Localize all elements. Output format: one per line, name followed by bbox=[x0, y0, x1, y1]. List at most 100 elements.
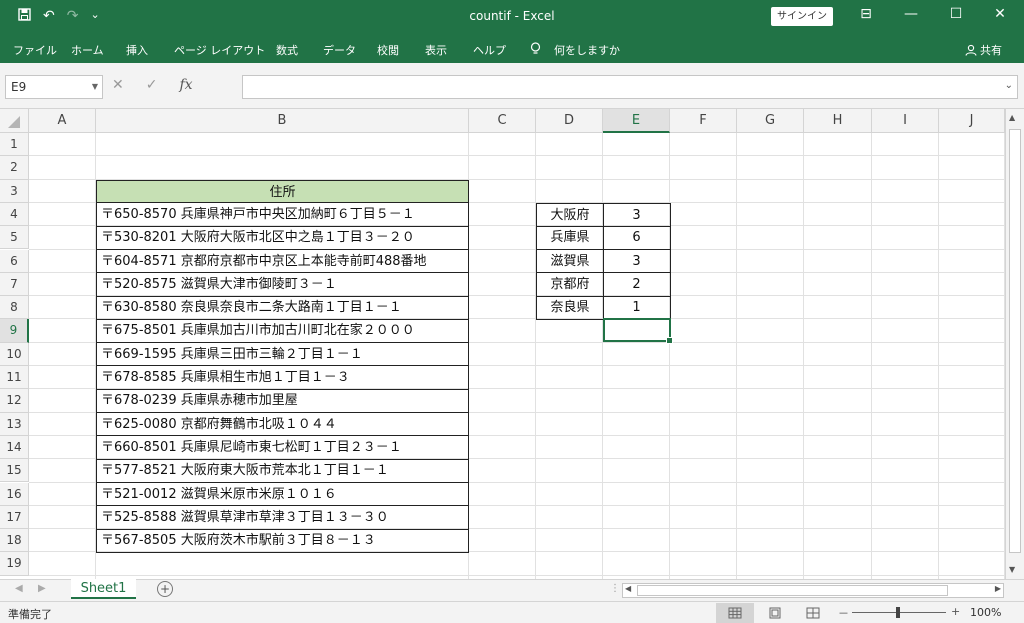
column-header-h[interactable]: H bbox=[804, 109, 872, 133]
prefecture-cell[interactable]: 滋賀県 bbox=[536, 249, 604, 274]
address-cell[interactable]: 〒630-8580 奈良県奈良市二条大路南１丁目１－１ bbox=[96, 296, 469, 320]
address-cell[interactable]: 〒678-8585 兵庫県相生市旭１丁目１－３ bbox=[96, 366, 469, 390]
column-header-d[interactable]: D bbox=[536, 109, 603, 133]
count-cell[interactable]: 1 bbox=[603, 296, 671, 320]
tab-home[interactable]: ホーム bbox=[71, 42, 104, 58]
count-cell[interactable]: 3 bbox=[603, 202, 671, 227]
tab-review[interactable]: 校閲 bbox=[377, 42, 399, 58]
select-all-corner[interactable] bbox=[0, 109, 29, 133]
row-header-3[interactable]: 3 bbox=[0, 179, 29, 203]
formula-input[interactable]: ⌄ bbox=[242, 75, 1018, 99]
address-cell[interactable]: 〒675-8501 兵庫県加古川市加古川町北在家２０００ bbox=[96, 319, 469, 344]
address-cell[interactable]: 〒625-0080 京都府舞鶴市北吸１０４４ bbox=[96, 412, 469, 437]
normal-view-icon[interactable] bbox=[716, 603, 754, 623]
spreadsheet-grid[interactable]: A B C D E F G H I J 1 2 3 4 5 6 7 8 9 10 11 12 13 14 15 16 17 18 19 住… bbox=[0, 109, 1005, 579]
zoom-level[interactable]: 100% bbox=[970, 606, 1001, 619]
name-box[interactable]: E9 ▼ bbox=[5, 75, 103, 99]
count-cell[interactable]: 2 bbox=[603, 272, 671, 297]
address-cell[interactable]: 〒660-8501 兵庫県尼崎市東七松町１丁目２３－１ bbox=[96, 435, 469, 460]
add-sheet-button[interactable]: + bbox=[157, 581, 173, 597]
row-header-11[interactable]: 11 bbox=[0, 366, 29, 390]
tab-data[interactable]: データ bbox=[323, 42, 356, 58]
maximize-icon[interactable]: ☐ bbox=[942, 6, 970, 22]
count-cell[interactable]: 3 bbox=[603, 249, 671, 274]
prefecture-cell[interactable]: 大阪府 bbox=[536, 202, 604, 227]
cancel-icon[interactable]: ✕ bbox=[112, 77, 124, 93]
enter-icon[interactable]: ✓ bbox=[146, 77, 158, 93]
tab-view[interactable]: 表示 bbox=[425, 42, 447, 58]
row-header-5[interactable]: 5 bbox=[0, 226, 29, 250]
row-header-8[interactable]: 8 bbox=[0, 296, 29, 320]
column-header-b[interactable]: B bbox=[96, 109, 469, 133]
row-header-7[interactable]: 7 bbox=[0, 272, 29, 297]
row-header-13[interactable]: 13 bbox=[0, 412, 29, 436]
column-header-j[interactable]: J bbox=[939, 109, 1005, 133]
address-cell[interactable]: 〒577-8521 大阪府東大阪市荒本北１丁目１－１ bbox=[96, 459, 469, 483]
prefecture-cell[interactable]: 兵庫県 bbox=[536, 226, 604, 250]
row-header-19[interactable]: 19 bbox=[0, 552, 29, 576]
row-header-16[interactable]: 16 bbox=[0, 482, 29, 506]
scroll-left-icon[interactable]: ◀ bbox=[625, 584, 631, 593]
address-cell[interactable]: 〒521-0012 滋賀県米原市米原１０１６ bbox=[96, 482, 469, 507]
tab-page-layout[interactable]: ページ レイアウト bbox=[174, 42, 265, 58]
scroll-up-icon[interactable]: ▲ bbox=[1009, 113, 1015, 122]
sheet-tab-sheet1[interactable]: Sheet1 bbox=[71, 579, 136, 599]
count-cell[interactable]: 6 bbox=[603, 226, 671, 250]
row-header-2[interactable]: 2 bbox=[0, 156, 29, 180]
zoom-slider-handle[interactable] bbox=[896, 607, 900, 618]
active-cell-e9[interactable] bbox=[603, 318, 673, 345]
row-header-1[interactable]: 1 bbox=[0, 133, 29, 157]
vertical-scrollbar[interactable]: ▲ ▼ bbox=[1005, 109, 1024, 579]
scroll-down-icon[interactable]: ▼ bbox=[1009, 565, 1015, 574]
vertical-scroll-thumb[interactable] bbox=[1009, 129, 1021, 553]
column-header-f[interactable]: F bbox=[670, 109, 737, 133]
address-cell[interactable]: 〒530-8201 大阪府大阪市北区中之島１丁目３－２０ bbox=[96, 226, 469, 250]
share-button[interactable]: 共有 bbox=[964, 42, 1002, 58]
column-header-c[interactable]: C bbox=[469, 109, 536, 133]
address-cell[interactable]: 〒525-8588 滋賀県草津市草津３丁目１３－３０ bbox=[96, 505, 469, 530]
column-header-g[interactable]: G bbox=[737, 109, 804, 133]
address-cell[interactable]: 〒678-0239 兵庫県赤穂市加里屋 bbox=[96, 389, 469, 414]
zoom-out-button[interactable]: － bbox=[838, 605, 849, 621]
expand-formula-bar-icon[interactable]: ⌄ bbox=[1005, 80, 1013, 91]
tab-insert[interactable]: 挿入 bbox=[126, 42, 148, 58]
row-header-17[interactable]: 17 bbox=[0, 505, 29, 530]
address-cell[interactable]: 〒604-8571 京都府京都市中京区上本能寺前町488番地 bbox=[96, 249, 469, 274]
close-icon[interactable]: ✕ bbox=[986, 6, 1014, 22]
minimize-icon[interactable]: — bbox=[897, 6, 925, 22]
zoom-in-button[interactable]: + bbox=[951, 605, 960, 618]
horizontal-scrollbar[interactable]: ◀ ▶ bbox=[622, 583, 1004, 598]
row-header-4[interactable]: 4 bbox=[0, 202, 29, 227]
scroll-right-icon[interactable]: ▶ bbox=[995, 584, 1001, 593]
row-header-18[interactable]: 18 bbox=[0, 529, 29, 553]
page-break-view-icon[interactable] bbox=[794, 603, 832, 623]
column-header-a[interactable]: A bbox=[29, 109, 96, 133]
sheet-nav-prev-icon[interactable]: ◀ bbox=[15, 583, 23, 594]
horizontal-scroll-thumb[interactable] bbox=[637, 585, 948, 596]
row-header-15[interactable]: 15 bbox=[0, 459, 29, 483]
address-cell[interactable]: 〒650-8570 兵庫県神戸市中央区加納町６丁目５－１ bbox=[96, 202, 469, 227]
tab-split-handle[interactable]: ⋮ bbox=[610, 583, 620, 594]
tab-formulas[interactable]: 数式 bbox=[276, 42, 298, 58]
column-header-i[interactable]: I bbox=[872, 109, 939, 133]
ribbon-display-options-icon[interactable]: ⊟ bbox=[852, 6, 880, 22]
row-header-12[interactable]: 12 bbox=[0, 389, 29, 413]
prefecture-cell[interactable]: 京都府 bbox=[536, 272, 604, 297]
tell-me-search[interactable]: 何をしますか bbox=[554, 42, 620, 58]
column-header-e[interactable]: E bbox=[603, 109, 670, 133]
tab-file[interactable]: ファイル bbox=[13, 42, 57, 58]
insert-function-icon[interactable]: fx bbox=[179, 77, 192, 93]
address-cell[interactable]: 〒669-1595 兵庫県三田市三輪２丁目１－１ bbox=[96, 342, 469, 367]
address-header-cell[interactable]: 住所 bbox=[96, 179, 469, 204]
row-header-6[interactable]: 6 bbox=[0, 249, 29, 273]
row-header-9[interactable]: 9 bbox=[0, 319, 29, 343]
page-layout-view-icon[interactable] bbox=[756, 603, 794, 623]
row-header-14[interactable]: 14 bbox=[0, 435, 29, 460]
prefecture-cell[interactable]: 奈良県 bbox=[536, 296, 604, 320]
row-header-10[interactable]: 10 bbox=[0, 342, 29, 366]
address-cell[interactable]: 〒520-8575 滋賀県大津市御陵町３－１ bbox=[96, 272, 469, 297]
chevron-down-icon[interactable]: ▼ bbox=[92, 76, 98, 98]
signin-button[interactable]: サインイン bbox=[771, 7, 833, 26]
address-cell[interactable]: 〒567-8505 大阪府茨木市駅前３丁目８－１３ bbox=[96, 529, 469, 553]
tab-help[interactable]: ヘルプ bbox=[473, 42, 506, 58]
